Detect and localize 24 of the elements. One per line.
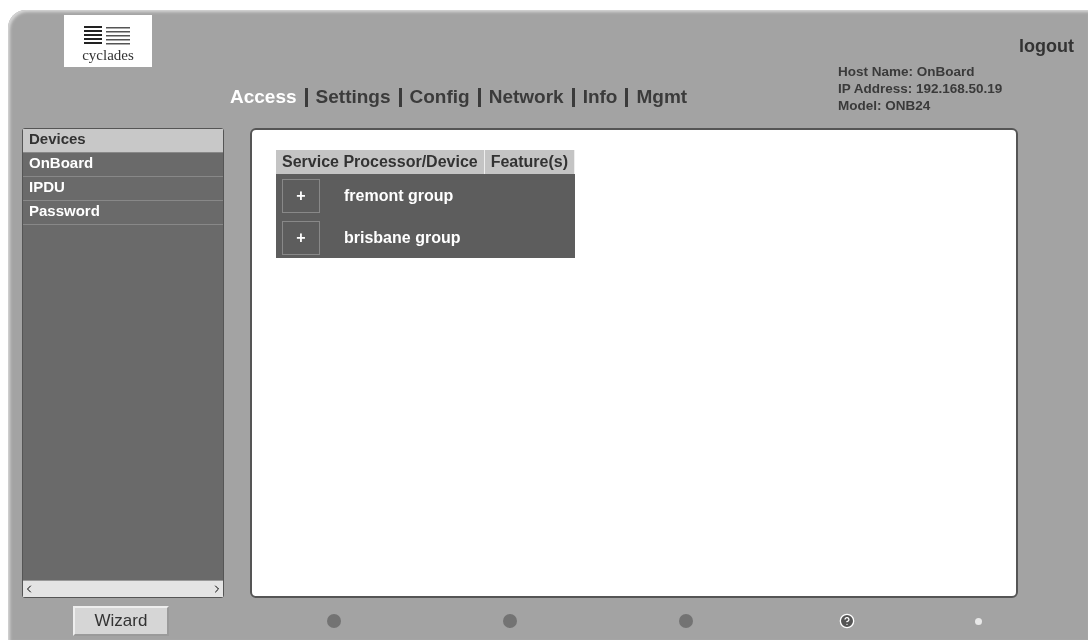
indicator-light xyxy=(975,617,982,625)
expand-button[interactable]: + xyxy=(282,179,320,213)
nav-tab[interactable]: Mgmt xyxy=(636,86,688,108)
host-info: Model: ONB24 xyxy=(838,97,932,114)
sidebar-item[interactable]: Devices xyxy=(23,129,223,153)
column-header: Service Processor/Device xyxy=(276,150,485,174)
indicator-dot xyxy=(503,614,517,628)
help-icon[interactable] xyxy=(839,613,855,629)
indicator-dot xyxy=(327,614,341,628)
group-name[interactable]: fremont group xyxy=(344,187,454,205)
nav-tab[interactable]: Info xyxy=(582,86,618,108)
horizontal-scrollbar[interactable] xyxy=(23,580,223,597)
logo-text: cyclades xyxy=(82,47,134,64)
group-name[interactable]: brisbane group xyxy=(344,229,461,247)
nav-tab[interactable]: Settings xyxy=(315,86,391,108)
indicator-dot xyxy=(679,614,693,628)
expand-button[interactable]: + xyxy=(282,221,320,255)
host-info: IP Address: 192.168.50.19 xyxy=(838,80,1004,97)
nav-tab[interactable]: Network xyxy=(488,86,564,108)
wizard-button[interactable]: Wizard xyxy=(73,606,169,636)
nav-tab[interactable]: Config xyxy=(409,86,470,108)
host-info: Host Name: OnBoard xyxy=(838,63,976,80)
logout-link[interactable]: logout xyxy=(1019,36,1074,57)
column-header: Feature(s) xyxy=(484,150,575,174)
